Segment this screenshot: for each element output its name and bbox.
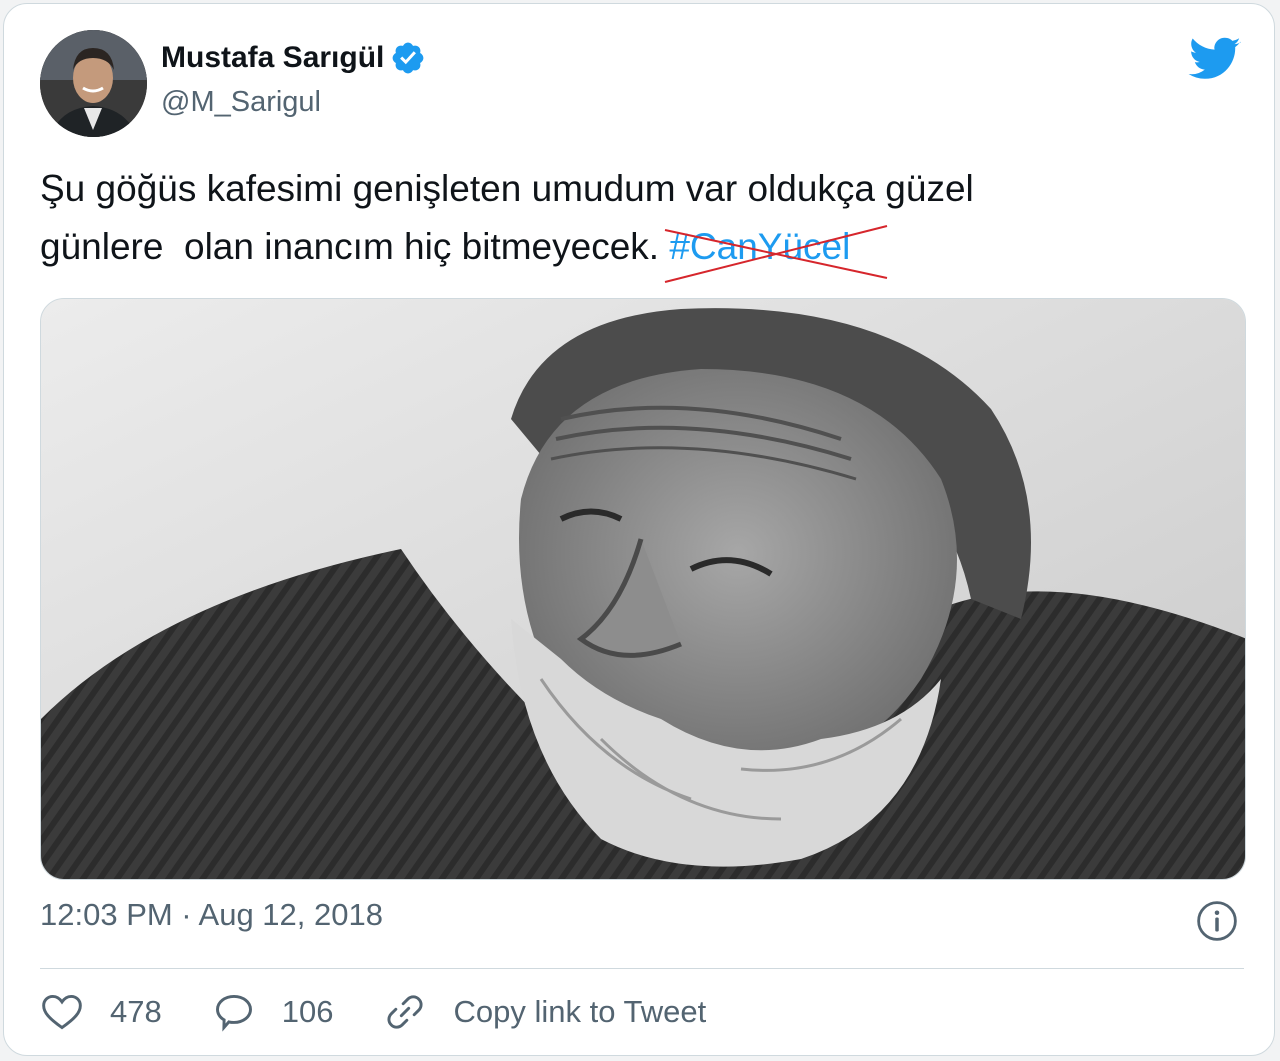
copy-link-button[interactable]: Copy link to Tweet bbox=[383, 990, 706, 1034]
link-icon bbox=[387, 995, 424, 1029]
author-handle[interactable]: @M_Sarigul bbox=[161, 86, 321, 119]
speech-bubble-icon bbox=[215, 994, 252, 1032]
divider bbox=[40, 968, 1244, 969]
twitter-bird-icon[interactable] bbox=[1188, 36, 1242, 80]
tweet-actions: 478 106 Copy link to Tweet bbox=[40, 986, 756, 1038]
tweet-card: Mustafa Sarıgül @M_Sarigul Şu göğüs kafe… bbox=[3, 3, 1275, 1056]
heart-icon bbox=[42, 994, 82, 1030]
hashtag-link[interactable]: #CanYücel bbox=[665, 225, 888, 283]
copy-link-label: Copy link to Tweet bbox=[453, 994, 707, 1029]
verified-badge-icon bbox=[393, 42, 424, 74]
reply-button[interactable]: 106 bbox=[212, 990, 334, 1034]
info-icon[interactable] bbox=[1196, 900, 1238, 942]
tweet-text: Şu göğüs kafesimi genişleten umudum var … bbox=[40, 160, 1240, 283]
author-display-name[interactable]: Mustafa Sarıgül bbox=[161, 40, 426, 76]
reply-count: 106 bbox=[281, 994, 334, 1029]
avatar[interactable] bbox=[40, 30, 147, 137]
tweet-photo[interactable] bbox=[40, 298, 1246, 880]
author-name-text[interactable]: Mustafa Sarıgül bbox=[161, 41, 384, 75]
tweet-timestamp[interactable]: 12:03 PM · Aug 12, 2018 bbox=[40, 897, 383, 933]
like-count: 478 bbox=[110, 994, 162, 1029]
like-button[interactable]: 478 bbox=[40, 990, 162, 1034]
strike-through-mark bbox=[665, 225, 888, 283]
